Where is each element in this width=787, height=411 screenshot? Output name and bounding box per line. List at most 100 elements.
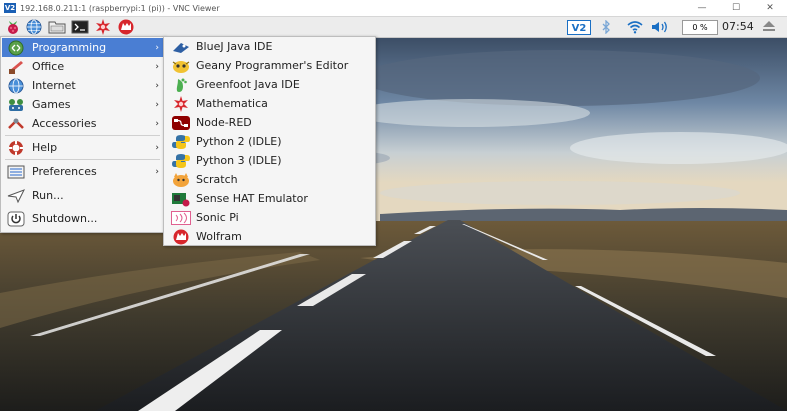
wolfram-icon [118, 19, 134, 35]
wolfram-icon [170, 228, 192, 246]
minimize-button[interactable]: — [685, 0, 719, 16]
bluej-icon [170, 38, 192, 56]
eject-icon [763, 21, 775, 31]
menu-label: Games [32, 98, 71, 111]
raspberry-icon [8, 21, 18, 34]
menu-item-help[interactable]: Help › [2, 138, 163, 157]
taskbar: V2 0 % 07:54 [0, 17, 787, 38]
menu-separator [5, 159, 160, 160]
eject-button[interactable] [762, 20, 776, 35]
submenu-item-scratch[interactable]: Scratch [165, 170, 374, 189]
wolfram-launcher[interactable] [117, 18, 135, 36]
menu-item-accessories[interactable]: Accessories › [2, 114, 163, 133]
geany-icon [170, 57, 192, 75]
raspberry-menu-button[interactable] [4, 18, 22, 36]
menu-separator [5, 135, 160, 136]
wifi-tray[interactable] [625, 19, 645, 35]
wifi-icon [627, 21, 643, 34]
menu-label: Accessories [32, 117, 97, 130]
submenu-arrow: › [155, 118, 159, 129]
submenu-label: Sonic Pi [196, 211, 239, 224]
submenu-arrow: › [155, 61, 159, 72]
submenu-item-mathematica[interactable]: Mathematica [165, 94, 374, 113]
menu-item-games[interactable]: Games › [2, 95, 163, 114]
svg-text:V2: V2 [572, 23, 587, 34]
run-icon [5, 187, 27, 205]
submenu-item-greenfoot[interactable]: Greenfoot Java IDE [165, 75, 374, 94]
menu-label: Run... [32, 189, 64, 202]
scratch-icon [170, 171, 192, 189]
menu-item-preferences[interactable]: Preferences › [2, 162, 163, 181]
vnc-server-tray[interactable]: V2 [566, 19, 592, 35]
volume-tray[interactable] [650, 19, 672, 35]
submenu-label: BlueJ Java IDE [196, 40, 273, 53]
clock[interactable]: 07:54 [722, 20, 754, 33]
web-browser-launcher[interactable] [25, 18, 43, 36]
maximize-button[interactable]: ☐ [719, 0, 753, 16]
submenu-item-node-red[interactable]: Node-RED [165, 113, 374, 132]
programming-submenu: BlueJ Java IDE Geany Programmer's Editor… [163, 36, 376, 246]
menu-label: Programming [32, 41, 107, 54]
menu-label: Internet [32, 79, 76, 92]
menu-item-shutdown[interactable]: Shutdown... [2, 209, 163, 228]
menu-item-run[interactable]: Run... [2, 186, 163, 205]
file-manager-launcher[interactable] [48, 18, 66, 36]
vnc-title-bar: V2 192.168.0.211:1 (raspberrypi:1 (pi)) … [0, 0, 787, 17]
vnc-logo-icon: V2 [4, 3, 16, 13]
folder-icon [48, 21, 66, 34]
submenu-arrow: › [155, 142, 159, 153]
submenu-item-bluej[interactable]: BlueJ Java IDE [165, 37, 374, 56]
submenu-item-python2[interactable]: Python 2 (IDLE) [165, 132, 374, 151]
menu-item-office[interactable]: Office › [2, 57, 163, 76]
window-title: 192.168.0.211:1 (raspberrypi:1 (pi)) - V… [20, 3, 220, 13]
vnc-badge-icon: V2 [567, 19, 591, 35]
submenu-label: Wolfram [196, 230, 242, 243]
menu-label: Preferences [32, 165, 97, 178]
cpu-usage-value: 0 % [692, 23, 708, 32]
cpu-usage-monitor[interactable]: 0 % [682, 20, 718, 35]
submenu-item-sense-hat[interactable]: Sense HAT Emulator [165, 189, 374, 208]
submenu-arrow: › [155, 99, 159, 110]
close-button[interactable]: ✕ [753, 0, 787, 16]
globe-icon [26, 19, 42, 35]
mathematica-launcher[interactable] [94, 18, 112, 36]
help-icon [5, 139, 27, 157]
greenfoot-icon [170, 76, 192, 94]
menu-item-programming[interactable]: Programming › [2, 38, 163, 57]
submenu-item-geany[interactable]: Geany Programmer's Editor [165, 56, 374, 75]
submenu-arrow: › [155, 166, 159, 177]
mathematica-icon [170, 95, 192, 113]
submenu-arrow: › [155, 80, 159, 91]
submenu-item-wolfram[interactable]: Wolfram [165, 227, 374, 246]
application-menu: Programming › Office › Internet › Games … [0, 36, 165, 233]
python-icon [170, 152, 192, 170]
submenu-label: Python 3 (IDLE) [196, 154, 282, 167]
shutdown-icon [5, 210, 27, 228]
submenu-label: Mathematica [196, 97, 268, 110]
sense-hat-icon [170, 190, 192, 208]
python-icon [170, 133, 192, 151]
terminal-launcher[interactable] [71, 18, 89, 36]
window-controls: — ☐ ✕ [685, 0, 787, 16]
menu-label: Shutdown... [32, 212, 98, 225]
globe-icon [5, 77, 27, 95]
submenu-label: Python 2 (IDLE) [196, 135, 282, 148]
mathematica-icon [96, 19, 110, 35]
office-icon [5, 58, 27, 76]
submenu-item-python3[interactable]: Python 3 (IDLE) [165, 151, 374, 170]
programming-icon [5, 39, 27, 57]
bluetooth-tray[interactable] [598, 19, 614, 35]
speaker-icon [652, 21, 667, 33]
sonic-pi-icon [170, 209, 192, 227]
accessories-icon [5, 115, 27, 133]
submenu-label: Node-RED [196, 116, 252, 129]
submenu-item-sonic-pi[interactable]: Sonic Pi [165, 208, 374, 227]
menu-item-internet[interactable]: Internet › [2, 76, 163, 95]
bluetooth-icon [602, 20, 610, 34]
menu-label: Office [32, 60, 65, 73]
menu-label: Help [32, 141, 58, 154]
games-icon [5, 96, 27, 114]
terminal-icon [71, 20, 89, 34]
submenu-label: Greenfoot Java IDE [196, 78, 300, 91]
submenu-label: Sense HAT Emulator [196, 192, 308, 205]
